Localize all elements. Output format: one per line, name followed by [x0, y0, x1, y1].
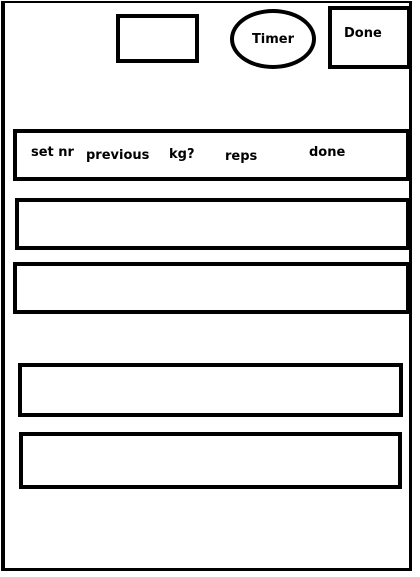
set-row[interactable]: [13, 262, 410, 314]
header-kg: kg?: [169, 147, 195, 162]
done-button-label: Done: [344, 26, 382, 41]
empty-button[interactable]: [116, 14, 199, 63]
table-header-row: set nr previous kg? reps done: [13, 129, 410, 181]
header-previous: previous: [86, 148, 150, 163]
header-reps: reps: [225, 149, 258, 164]
header-done: done: [309, 145, 346, 160]
timer-button[interactable]: Timer: [230, 9, 316, 69]
done-button[interactable]: Done: [328, 6, 411, 69]
set-row[interactable]: [19, 432, 402, 489]
timer-button-label: Timer: [251, 31, 295, 47]
header-set-nr: set nr: [31, 145, 74, 160]
set-row[interactable]: [15, 198, 410, 250]
set-row[interactable]: [18, 363, 403, 417]
